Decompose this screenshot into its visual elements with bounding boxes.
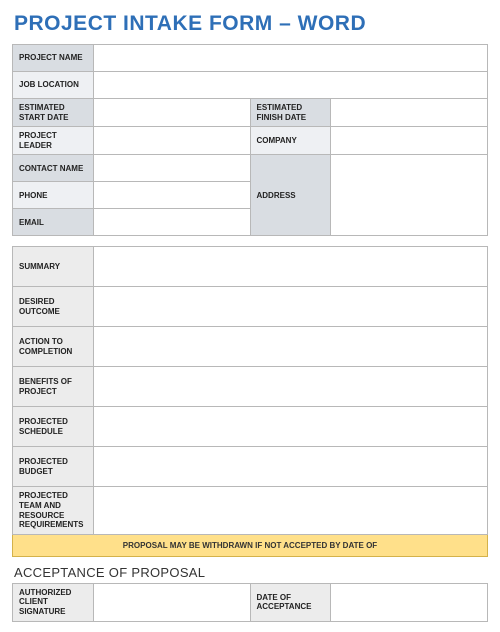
input-project-name[interactable] xyxy=(94,45,487,71)
input-est-start[interactable] xyxy=(94,99,250,126)
label-summary: SUMMARY xyxy=(13,247,94,287)
input-email[interactable] xyxy=(94,209,250,235)
label-phone: PHONE xyxy=(13,182,94,209)
input-phone[interactable] xyxy=(94,182,250,208)
input-action_to_completion[interactable] xyxy=(94,327,487,366)
input-projected_budget[interactable] xyxy=(94,447,487,486)
label-action_to_completion: ACTION TO COMPLETION xyxy=(13,327,94,367)
withdrawal-notice: PROPOSAL MAY BE WITHDRAWN IF NOT ACCEPTE… xyxy=(13,534,488,556)
label-projected_budget: PROJECTED BUDGET xyxy=(13,447,94,487)
input-projected_schedule[interactable] xyxy=(94,407,487,446)
label-company: COMPANY xyxy=(250,127,331,155)
label-address: ADDRESS xyxy=(250,155,331,236)
label-project-name: PROJECT NAME xyxy=(13,45,94,72)
label-projected_schedule: PROJECTED SCHEDULE xyxy=(13,407,94,447)
page-title: PROJECT INTAKE FORM – WORD xyxy=(14,12,488,36)
input-projected_team[interactable] xyxy=(94,487,487,533)
label-signature: AUTHORIZED CLIENT SIGNATURE xyxy=(13,583,94,621)
label-contact-name: CONTACT NAME xyxy=(13,155,94,182)
label-est-finish: ESTIMATED FINISH DATE xyxy=(250,99,331,127)
input-summary[interactable] xyxy=(94,247,487,286)
input-company[interactable] xyxy=(331,127,487,154)
label-benefits: BENEFITS OF PROJECT xyxy=(13,367,94,407)
input-est-finish[interactable] xyxy=(331,99,487,126)
input-desired_outcome[interactable] xyxy=(94,287,487,326)
label-acceptance-date: DATE OF ACCEPTANCE xyxy=(250,583,331,621)
details-table: SUMMARYDESIRED OUTCOMEACTION TO COMPLETI… xyxy=(12,246,488,556)
input-signature[interactable] xyxy=(94,584,250,621)
label-est-start: ESTIMATED START DATE xyxy=(13,99,94,127)
acceptance-heading: ACCEPTANCE OF PROPOSAL xyxy=(14,565,488,580)
input-project-leader[interactable] xyxy=(94,127,250,154)
input-contact-name[interactable] xyxy=(94,155,250,181)
project-info-table: PROJECT NAME JOB LOCATION ESTIMATED STAR… xyxy=(12,44,488,236)
input-benefits[interactable] xyxy=(94,367,487,406)
label-job-location: JOB LOCATION xyxy=(13,72,94,99)
label-project-leader: PROJECT LEADER xyxy=(13,127,94,155)
input-acceptance-date[interactable] xyxy=(331,584,487,621)
input-job-location[interactable] xyxy=(94,72,487,98)
label-desired_outcome: DESIRED OUTCOME xyxy=(13,287,94,327)
label-email: EMAIL xyxy=(13,209,94,236)
label-projected_team: PROJECTED TEAM AND RESOURCE REQUIREMENTS xyxy=(13,487,94,534)
input-address[interactable] xyxy=(331,155,487,235)
acceptance-table: AUTHORIZED CLIENT SIGNATURE DATE OF ACCE… xyxy=(12,583,488,622)
